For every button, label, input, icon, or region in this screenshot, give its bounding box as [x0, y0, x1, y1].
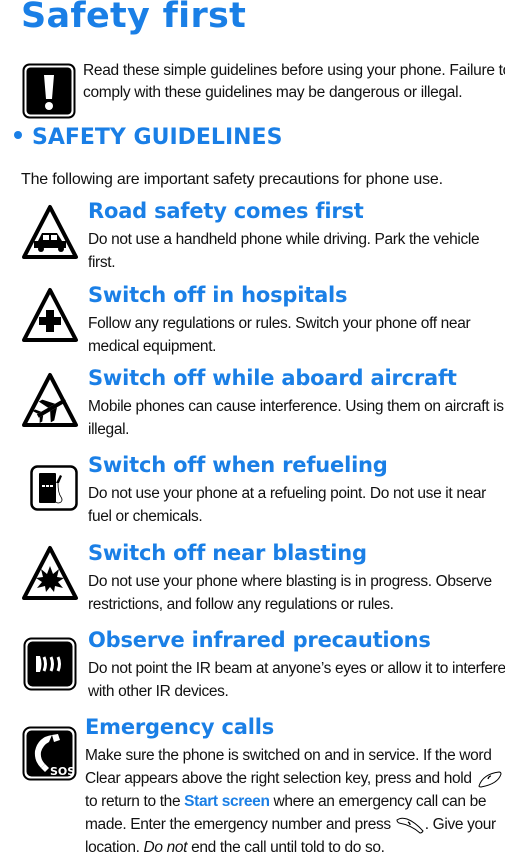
infrared-icon: [23, 637, 77, 691]
emergency-text-1: Make sure the phone is switched on and i…: [85, 747, 492, 787]
warning-exclamation-icon: [22, 63, 76, 119]
guideline-body: Follow any regulations or rules. Switch …: [88, 315, 471, 355]
emergency-emphasis: Do not: [143, 839, 188, 856]
car-triangle-icon: [22, 205, 78, 259]
bullet-icon: [14, 131, 22, 139]
guideline-heading: Switch off while aboard aircraft: [88, 366, 457, 390]
guideline-heading: Switch off near blasting: [88, 541, 367, 565]
guideline-body: Do not use a handheld phone while drivin…: [88, 231, 480, 271]
aircraft-triangle-icon: [22, 373, 78, 427]
emergency-text-2: to return to the: [85, 793, 185, 810]
page-title: Safety first: [21, 0, 247, 36]
guideline-heading: Road safety comes first: [88, 199, 364, 223]
guideline-heading: Switch off when refueling: [88, 453, 388, 477]
lead-text: The following are important safety preca…: [21, 171, 443, 188]
blasting-triangle-icon: [22, 546, 78, 600]
sos-phone-icon: SOS: [22, 726, 77, 781]
guideline-heading: Emergency calls: [85, 715, 275, 739]
guideline-heading: Observe infrared precautions: [88, 628, 431, 652]
emergency-text-5: end the call until told to do so.: [187, 839, 385, 856]
end-key-icon: [478, 771, 502, 788]
hospital-cross-triangle-icon: [22, 288, 78, 342]
guideline-body: Do not use your phone at a refueling poi…: [88, 485, 486, 525]
section-heading-label: SAFETY GUIDELINES: [32, 125, 283, 150]
svg-text:SOS: SOS: [50, 765, 75, 778]
start-screen-link[interactable]: Start screen: [184, 793, 270, 810]
intro-text: Read these simple guidelines before usin…: [83, 62, 505, 101]
guideline-body: Do not point the IR beam at anyone’s eye…: [88, 660, 505, 700]
section-heading: SAFETY GUIDELINES: [14, 125, 282, 150]
guideline-body: Mobile phones can cause interference. Us…: [88, 398, 504, 438]
fuel-pump-icon: [30, 465, 78, 511]
guideline-heading: Switch off in hospitals: [88, 283, 348, 307]
call-key-icon: [396, 817, 424, 834]
guideline-body: Make sure the phone is switched on and i…: [85, 744, 505, 859]
guideline-body: Do not use your phone where blasting is …: [88, 573, 492, 613]
